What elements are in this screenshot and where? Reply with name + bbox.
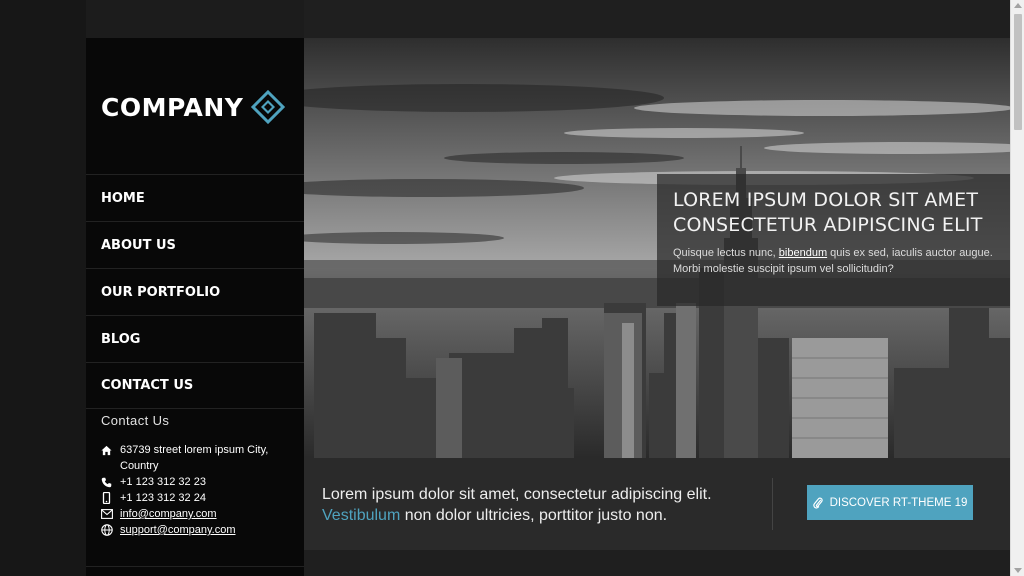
contact-list: 63739 street lorem ipsum City, Country +…	[86, 442, 304, 538]
main-nav: HOME ABOUT US OUR PORTFOLIO BLOG CONTACT…	[86, 174, 304, 409]
discover-theme-button[interactable]: DISCOVER RT-THEME 19	[807, 485, 973, 520]
hero-title-line-1: LOREM IPSUM DOLOR SIT AMET	[673, 189, 979, 211]
nav-item-label: ABOUT US	[101, 237, 176, 253]
cta-divider	[772, 478, 773, 530]
sidebar: COMPANY HOME ABOUT US OUR PORTFOLIO BLOG…	[86, 38, 304, 576]
cta-text-line-1: Lorem ipsum dolor sit amet, consectetur …	[322, 486, 712, 503]
discover-button-label: DISCOVER RT-THEME 19	[829, 496, 968, 509]
top-strip	[304, 0, 1010, 38]
globe-icon	[101, 522, 117, 538]
nav-item-home[interactable]: HOME	[86, 174, 304, 221]
support-email-link[interactable]: support@company.com	[120, 522, 236, 538]
mobile-icon	[101, 490, 117, 506]
hero-slider[interactable]: LOREM IPSUM DOLOR SIT AMET CONSECTETUR A…	[304, 38, 1010, 458]
home-icon	[101, 442, 117, 458]
cta-text: Lorem ipsum dolor sit amet, consectetur …	[322, 484, 762, 526]
hero-title: LOREM IPSUM DOLOR SIT AMET CONSECTETUR A…	[673, 188, 994, 238]
hero-text: Quisque lectus nunc, bibendum quis ex se…	[673, 245, 994, 277]
logo-text: COMPANY	[101, 92, 244, 122]
phone-number: +1 123 312 32 23	[120, 476, 206, 488]
nav-item-blog[interactable]: BLOG	[86, 315, 304, 362]
contact-widget: Contact Us 63739 street lorem ipsum City…	[86, 410, 304, 538]
hero-title-line-2: CONSECTETUR ADIPISCING ELIT	[673, 214, 983, 236]
scrollbar-thumb[interactable]	[1014, 14, 1022, 130]
vertical-scrollbar[interactable]	[1010, 0, 1024, 576]
cta-highlight: Vestibulum	[322, 507, 401, 524]
sidebar-top-strip	[86, 0, 304, 38]
paperclip-icon	[812, 497, 823, 509]
nav-item-label: CONTACT US	[101, 378, 194, 393]
email-link[interactable]: info@company.com	[120, 506, 217, 522]
divider	[86, 566, 304, 567]
contact-email: info@company.com	[101, 506, 304, 522]
nav-item-about-us[interactable]: ABOUT US	[86, 221, 304, 268]
hero-text-link[interactable]: bibendum	[779, 247, 827, 259]
page-background-left	[0, 0, 86, 576]
address-line-1: 63739 street lorem ipsum City,	[120, 444, 269, 456]
nav-item-label: BLOG	[101, 331, 141, 347]
scroll-up-arrow-icon[interactable]	[1014, 3, 1022, 8]
contact-mobile: +1 123 312 32 24	[101, 490, 304, 506]
mobile-number: +1 123 312 32 24	[120, 492, 206, 504]
hero-text-before: Quisque lectus nunc,	[673, 247, 779, 259]
scroll-down-arrow-icon[interactable]	[1014, 568, 1022, 573]
nav-item-contact-us[interactable]: CONTACT US	[86, 362, 304, 409]
cta-text-line-2: non dolor ultricies, porttitor justo non…	[400, 507, 668, 524]
logo[interactable]: COMPANY	[101, 90, 286, 124]
phone-icon	[101, 474, 117, 490]
envelope-icon	[101, 506, 117, 522]
nav-item-label: HOME	[101, 190, 145, 206]
nav-item-label: OUR PORTFOLIO	[101, 284, 221, 300]
contact-support: support@company.com	[101, 522, 304, 538]
nav-item-our-portfolio[interactable]: OUR PORTFOLIO	[86, 268, 304, 315]
address-line-2: Country	[120, 460, 159, 472]
contact-phone: +1 123 312 32 23	[101, 474, 304, 490]
call-to-action-bar: Lorem ipsum dolor sit amet, consectetur …	[304, 458, 1010, 550]
contact-heading: Contact Us	[101, 413, 170, 428]
contact-address: 63739 street lorem ipsum City, Country	[101, 442, 304, 474]
diamond-logo-icon	[251, 90, 286, 124]
content-below-cta	[304, 550, 1010, 576]
hero-caption: LOREM IPSUM DOLOR SIT AMET CONSECTETUR A…	[657, 174, 1010, 306]
